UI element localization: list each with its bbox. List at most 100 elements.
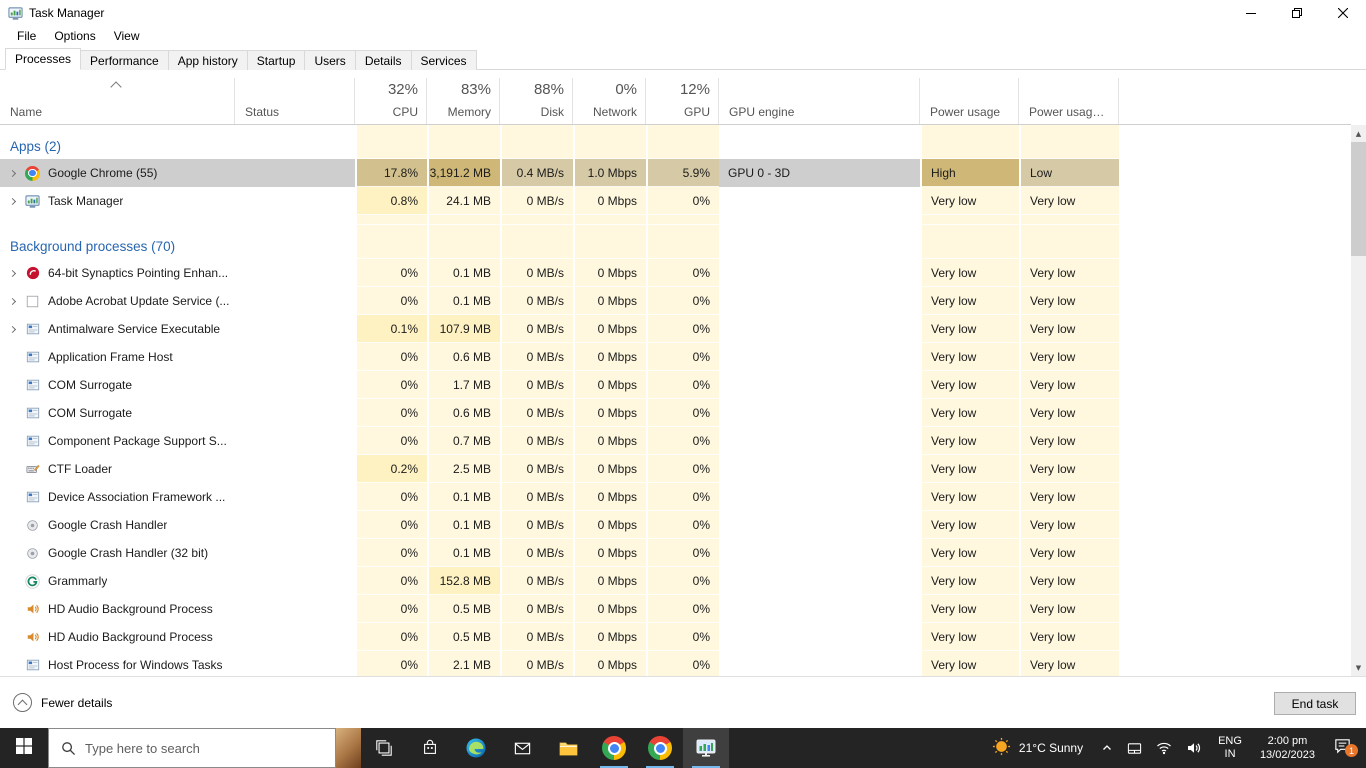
task-manager-icon bbox=[695, 737, 717, 759]
cpu-cell: 0% bbox=[355, 511, 427, 539]
vertical-scrollbar[interactable]: ▲ ▼ bbox=[1351, 125, 1366, 676]
wifi-button[interactable] bbox=[1149, 740, 1179, 756]
expand-chevron-icon[interactable] bbox=[8, 197, 17, 205]
taskbar-chrome-button[interactable] bbox=[591, 728, 637, 768]
weather-text: 21°C Sunny bbox=[1018, 741, 1084, 755]
tab-startup[interactable]: Startup bbox=[246, 50, 306, 70]
process-row[interactable]: COM Surrogate 0% 0.6 MB 0 MB/s 0 Mbps 0% Very … bbox=[0, 399, 1119, 427]
taskbar-search-box[interactable] bbox=[48, 728, 336, 768]
menu-options[interactable]: Options bbox=[45, 27, 104, 45]
clock[interactable]: 2:00 pm 13/02/2023 bbox=[1251, 734, 1324, 762]
process-row[interactable]: Device Association Framework ... 0% 0.1 MB… bbox=[0, 483, 1119, 511]
process-group-header[interactable]: Apps (2) bbox=[0, 125, 1119, 159]
search-highlight-image[interactable] bbox=[336, 728, 361, 768]
process-row[interactable]: Google Crash Handler 0% 0.1 MB 0 MB/s 0 Mbps… bbox=[0, 511, 1119, 539]
touchpad-button[interactable] bbox=[1120, 741, 1149, 756]
volume-button[interactable] bbox=[1179, 740, 1209, 756]
gpu-engine-cell: GPU 0 - 3D bbox=[719, 159, 920, 187]
tab-performance[interactable]: Performance bbox=[80, 50, 169, 70]
tab-processes[interactable]: Processes bbox=[5, 48, 82, 70]
process-row[interactable]: Application Frame Host 0% 0.6 MB 0 MB/s 0 Mb… bbox=[0, 343, 1119, 371]
taskbar-edge-button[interactable] bbox=[453, 728, 499, 768]
power-usage-cell: Very low bbox=[920, 187, 1019, 215]
gpu-cell: 0% bbox=[646, 483, 719, 511]
close-button[interactable] bbox=[1320, 0, 1366, 26]
disk-cell: 0.4 MB/s bbox=[500, 159, 573, 187]
task-manager-window: Task Manager File Options View Processes Pe… bbox=[0, 0, 1366, 728]
taskbar-mail-button[interactable] bbox=[499, 728, 545, 768]
status-cell bbox=[235, 259, 355, 287]
weather-widget[interactable]: 21°C Sunny bbox=[981, 737, 1094, 759]
power-usage-cell: Very low bbox=[920, 315, 1019, 343]
language-indicator[interactable]: ENG IN bbox=[1209, 735, 1251, 761]
network-cell: 0 Mbps bbox=[573, 287, 646, 315]
end-task-button[interactable]: End task bbox=[1274, 692, 1356, 715]
process-row[interactable]: Host Process for Windows Tasks 0% 2.1 MB 0 … bbox=[0, 651, 1119, 676]
column-header-gpu[interactable]: 12% GPU bbox=[646, 78, 719, 124]
expand-chevron-icon[interactable] bbox=[8, 297, 17, 305]
process-row[interactable]: HD Audio Background Process 0% 0.5 MB 0 MB/… bbox=[0, 623, 1119, 651]
taskbar-microsoft-store-button[interactable] bbox=[407, 728, 453, 768]
process-row[interactable]: Google Crash Handler (32 bit) 0% 0.1 MB 0 M… bbox=[0, 539, 1119, 567]
gpu-engine-cell bbox=[719, 343, 920, 371]
menu-file[interactable]: File bbox=[8, 27, 45, 45]
gpu-engine-cell bbox=[719, 287, 920, 315]
menu-view[interactable]: View bbox=[105, 27, 149, 45]
tab-app-history[interactable]: App history bbox=[167, 50, 248, 70]
taskbar-task-manager-button[interactable] bbox=[683, 728, 729, 768]
process-row[interactable]: 64-bit Synaptics Pointing Enhan... 0% 0.1 … bbox=[0, 259, 1119, 287]
scroll-up-arrow-icon[interactable]: ▲ bbox=[1351, 125, 1366, 142]
tab-users[interactable]: Users bbox=[304, 50, 356, 70]
tab-details[interactable]: Details bbox=[354, 50, 412, 70]
cpu-cell: 0% bbox=[355, 539, 427, 567]
system-tray: 21°C Sunny ENG IN 2:00 pm 13/02/2023 1 bbox=[981, 728, 1366, 768]
process-row[interactable]: Task Manager 0.8% 24.1 MB 0 MB/s 0 Mbps 0% Ver… bbox=[0, 187, 1119, 215]
column-header-status[interactable]: Status bbox=[235, 78, 355, 124]
expand-chevron-icon[interactable] bbox=[8, 169, 17, 177]
column-header-name[interactable]: Name bbox=[0, 78, 235, 124]
audio-icon bbox=[24, 630, 41, 644]
process-row[interactable]: COM Surrogate 0% 1.7 MB 0 MB/s 0 Mbps 0% Very … bbox=[0, 371, 1119, 399]
language-code: ENG bbox=[1218, 735, 1242, 747]
title-bar[interactable]: Task Manager bbox=[0, 0, 1366, 26]
restore-button[interactable] bbox=[1274, 0, 1320, 26]
cpu-cell: 0% bbox=[355, 651, 427, 676]
column-header-disk[interactable]: 88% Disk bbox=[500, 78, 573, 124]
process-group-header[interactable]: Background processes (70) bbox=[0, 225, 1119, 259]
column-header-power_trend[interactable]: Power usage t... bbox=[1019, 78, 1119, 124]
scrollbar-thumb[interactable] bbox=[1351, 142, 1366, 256]
process-row[interactable]: Component Package Support S... 0% 0.7 MB 0 … bbox=[0, 427, 1119, 455]
memory-cell: 0.1 MB bbox=[427, 511, 500, 539]
action-center-button[interactable]: 1 bbox=[1324, 736, 1366, 760]
column-header-cpu[interactable]: 32% CPU bbox=[355, 78, 427, 124]
expand-chevron-icon[interactable] bbox=[8, 325, 17, 333]
hiddens-chevron-icon-button[interactable] bbox=[1094, 742, 1120, 754]
taskbar-file-explorer-button[interactable] bbox=[545, 728, 591, 768]
clock-time: 2:00 pm bbox=[1267, 735, 1308, 747]
status-cell bbox=[235, 595, 355, 623]
fewer-details-toggle[interactable]: Fewer details bbox=[13, 693, 112, 712]
search-input[interactable] bbox=[85, 740, 335, 756]
process-row[interactable]: CTF Loader 0.2% 2.5 MB 0 MB/s 0 Mbps 0% Very l… bbox=[0, 455, 1119, 483]
process-row[interactable]: Antimalware Service Executable 0.1% 107.9 … bbox=[0, 315, 1119, 343]
taskbar-task-view-button[interactable] bbox=[361, 728, 407, 768]
status-cell bbox=[235, 343, 355, 371]
process-row[interactable]: HD Audio Background Process 0% 0.5 MB 0 MB/… bbox=[0, 595, 1119, 623]
column-header-memory[interactable]: 83% Memory bbox=[427, 78, 500, 124]
taskbar-chrome-button[interactable] bbox=[637, 728, 683, 768]
tab-services[interactable]: Services bbox=[410, 50, 477, 70]
start-button[interactable] bbox=[0, 728, 48, 768]
column-header-gpu_engine[interactable]: GPU engine bbox=[719, 78, 920, 124]
process-row[interactable]: Adobe Acrobat Update Service (... 0% 0.1 M… bbox=[0, 287, 1119, 315]
windows-app-icon bbox=[24, 490, 41, 504]
process-row[interactable]: Grammarly 0% 152.8 MB 0 MB/s 0 Mbps 0% Very lo… bbox=[0, 567, 1119, 595]
process-row[interactable]: Google Chrome (55) 17.8% 3,191.2 MB 0.4 MB/… bbox=[0, 159, 1119, 187]
expand-chevron-icon[interactable] bbox=[8, 269, 17, 277]
scroll-down-arrow-icon[interactable]: ▼ bbox=[1351, 659, 1366, 676]
network-cell: 0 Mbps bbox=[573, 343, 646, 371]
status-cell bbox=[235, 539, 355, 567]
minimize-button[interactable] bbox=[1228, 0, 1274, 26]
column-header-network[interactable]: 0% Network bbox=[573, 78, 646, 124]
column-header-power[interactable]: Power usage bbox=[920, 78, 1019, 124]
gpu-cell: 0% bbox=[646, 595, 719, 623]
